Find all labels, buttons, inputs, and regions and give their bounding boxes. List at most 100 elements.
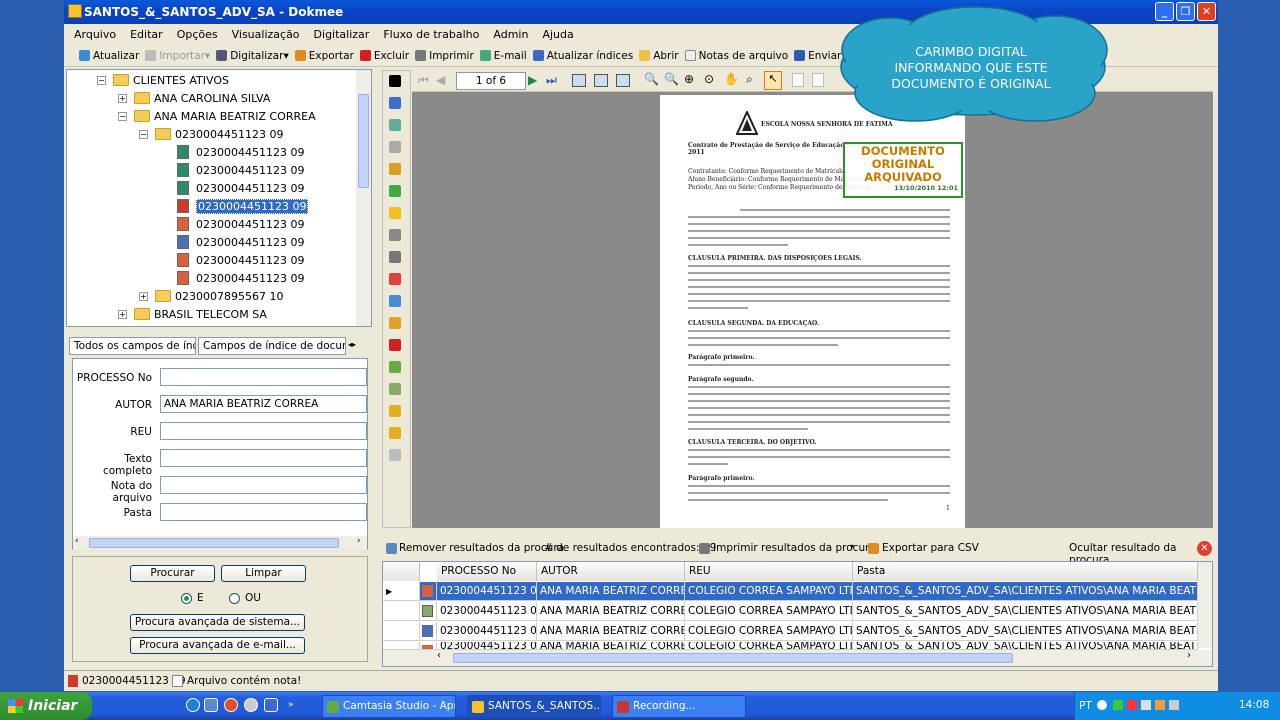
scroll-thumb[interactable] (453, 653, 1013, 663)
line-icon[interactable] (389, 97, 401, 109)
grid-header-reu[interactable]: REU (685, 562, 853, 581)
group-icon[interactable] (389, 295, 401, 307)
email-button[interactable]: E-mail (477, 50, 530, 62)
unlock-icon[interactable] (389, 427, 401, 439)
highlighter-icon[interactable] (389, 119, 401, 131)
menu-admin[interactable]: Admin (486, 28, 535, 41)
cell-reu[interactable]: COLEGIO CORREA SAMPAYO LTDA (685, 622, 853, 641)
tree-node-client[interactable]: − ANA MARIA BEATRIZ CORREA (118, 107, 316, 125)
cell-processo[interactable]: 0230004451123 09 (437, 622, 537, 641)
select-icon[interactable] (389, 229, 401, 241)
table-row[interactable] (420, 642, 437, 650)
cell-reu[interactable]: COLEGIO CORREA SAMPAYO LTDA (685, 642, 853, 650)
tray-update-icon[interactable] (1155, 700, 1165, 710)
menu-visualizacao[interactable]: Visualização (225, 28, 307, 41)
tab-all-index-fields[interactable]: Todos os campos de índice (69, 337, 196, 355)
grid-header-processo[interactable]: PROCESSO No (437, 562, 537, 581)
hand-icon[interactable] (389, 317, 401, 329)
export-csv-button[interactable]: Exportar para CSV (882, 542, 979, 554)
text-tool-icon[interactable] (389, 141, 401, 153)
grid-vscroll[interactable] (1198, 562, 1212, 648)
processo-field[interactable] (160, 368, 367, 386)
expand-icon[interactable]: + (118, 309, 127, 319)
tray-security-icon[interactable] (1127, 700, 1137, 710)
grid-hscroll[interactable]: ‹ › (383, 650, 1212, 666)
delete-annotation-icon[interactable] (389, 339, 401, 351)
tree-node-clientes-ativos[interactable]: − CLIENTES ATIVOS (97, 71, 229, 89)
tab-document-index-fields[interactable]: Campos de índice de documento (198, 337, 346, 355)
task-camtasia[interactable]: Camtasia Studio - Apr... (322, 695, 456, 718)
scroll-left-icon[interactable]: ‹ (75, 536, 79, 546)
tree-node-process[interactable]: +0230007895567 10 (139, 287, 283, 305)
and-radio[interactable] (181, 593, 192, 604)
tray-volume-icon[interactable] (1169, 700, 1179, 710)
cell-autor[interactable]: ANA MARIA BEATRIZ CORREA (537, 622, 685, 641)
search-icon[interactable]: ⌕ (746, 72, 753, 87)
search-button[interactable]: Procurar (130, 565, 215, 582)
tab-scroll-icon[interactable]: ◂▸ (348, 340, 370, 352)
cell-autor[interactable]: ANA MARIA BEATRIZ CORREA (537, 582, 685, 601)
file-notes-button[interactable]: Notas de arquivo (682, 50, 792, 62)
tree-node-document[interactable]: 0230004451123 09 (177, 143, 304, 161)
menu-digitalizar[interactable]: Digitalizar (307, 28, 377, 41)
quicklaunch-ie-icon[interactable] (186, 698, 200, 712)
cell-pasta[interactable]: SANTOS_&_SANTOS_ADV_SA\CLIENTES ATIVOS\A… (853, 582, 1198, 601)
select-tool-icon[interactable]: ↖ (764, 71, 782, 90)
collapse-icon[interactable]: − (118, 111, 127, 121)
tree-node-document[interactable]: 0230004451123 09 (177, 269, 304, 287)
pan-icon[interactable]: ✋ (724, 72, 739, 86)
grid-header-autor[interactable]: AUTOR (537, 562, 685, 581)
expand-icon[interactable]: + (118, 93, 127, 103)
table-row[interactable] (420, 602, 437, 621)
actual-size-icon[interactable] (616, 74, 630, 87)
zoom-in-icon[interactable]: 🔍 (644, 72, 659, 86)
first-page-icon[interactable]: ⏮ (418, 73, 429, 88)
tree-scrollbar[interactable] (356, 70, 371, 326)
delete-button[interactable]: Excluir (357, 50, 412, 62)
pasta-field[interactable] (160, 503, 367, 521)
cell-reu[interactable]: COLEGIO CORREA SAMPAYO LTDA (685, 582, 853, 601)
zoom-out-icon[interactable]: 🔍 (664, 72, 679, 86)
tray-network-icon[interactable] (1141, 700, 1151, 710)
table-row[interactable] (420, 582, 437, 601)
lock-icon[interactable] (389, 405, 401, 417)
tree-node-document[interactable]: 0230004451123 09 (177, 233, 304, 251)
expand-icon[interactable]: + (139, 291, 148, 301)
note-field[interactable] (160, 476, 367, 494)
close-results-icon[interactable]: ✕ (1197, 541, 1212, 556)
pen-icon[interactable] (389, 207, 401, 219)
table-row[interactable] (420, 622, 437, 641)
advanced-email-search-button[interactable]: Procura avançada de e-mail... (130, 637, 305, 654)
maximize-button[interactable]: ❐ (1176, 2, 1195, 21)
save-annotation-icon[interactable] (389, 361, 401, 373)
scroll-left-icon[interactable]: ‹ (437, 650, 441, 661)
close-button[interactable]: ✕ (1197, 2, 1216, 21)
cell-autor[interactable]: ANA MARIA BEATRIZ CORREA (537, 642, 685, 650)
start-button[interactable]: Iniciar (0, 692, 92, 720)
cell-pasta[interactable]: SANTOS_&_SANTOS_ADV_SA\CLIENTES ATIVOS\A… (853, 622, 1198, 641)
zoom-area-icon[interactable]: ⊕ (684, 72, 694, 86)
menu-opcoes[interactable]: Opções (170, 28, 225, 41)
page-indicator[interactable]: 1 of 6 (456, 72, 526, 90)
reu-field[interactable] (160, 422, 367, 440)
menu-editar[interactable]: Editar (123, 28, 170, 41)
quicklaunch-media-icon[interactable] (244, 698, 258, 712)
export-button[interactable]: Exportar (292, 50, 357, 62)
tree-node-client[interactable]: + BRASIL TELECOM SA (118, 305, 267, 323)
fulltext-field[interactable] (160, 449, 367, 467)
fit-width-icon[interactable] (594, 74, 608, 87)
or-radio[interactable] (229, 593, 240, 604)
last-page-icon[interactable]: ⏭ (546, 73, 557, 88)
rectangle-icon[interactable] (389, 273, 401, 285)
image-tool-icon[interactable] (389, 185, 401, 197)
tree-node-document[interactable]: 0230004451123 09 (177, 179, 304, 197)
tree-node-client[interactable]: + ANA CAROLINA SILVA (118, 89, 270, 107)
next-page-icon[interactable]: ▶ (528, 73, 537, 87)
menu-ajuda[interactable]: Ajuda (535, 28, 580, 41)
clear-button[interactable]: Limpar (221, 565, 306, 582)
language-indicator[interactable]: PT (1079, 700, 1092, 712)
cell-pasta[interactable]: SANTOS_&_SANTOS_ADV_SA\CLIENTES ATIVOS\A… (853, 602, 1198, 621)
quicklaunch-browser-icon[interactable] (224, 698, 238, 712)
tree-node-process[interactable]: −0230004451123 09 (139, 125, 283, 143)
grid-header-pasta[interactable]: Pasta (853, 562, 1198, 581)
